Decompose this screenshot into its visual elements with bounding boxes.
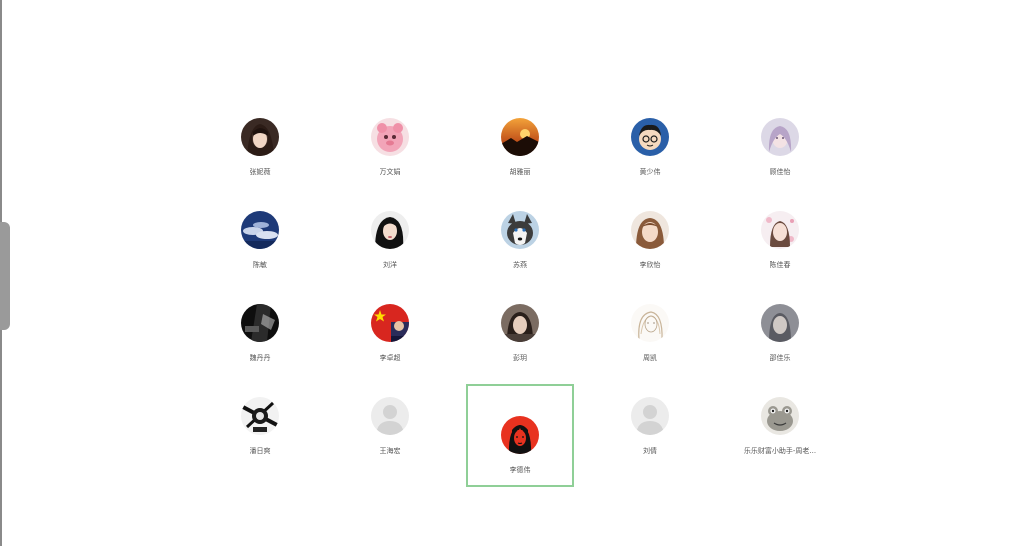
contact-item-selected[interactable]: 李德伟: [466, 384, 574, 487]
contact-item[interactable]: 周凯: [585, 296, 715, 389]
contact-name: 邵佳乐: [769, 354, 791, 362]
contact-name: 乐乐财富小助手-周老...: [743, 447, 817, 455]
avatar: [761, 304, 799, 342]
avatar: [371, 397, 409, 435]
contact-grid-window: 张妮薇 万文娟 胡雅丽 黄少伟 顾佳怡 陈敏 刘洋 苏燕 李欣怡 陈佳春 魏丹丹…: [0, 0, 1029, 546]
contact-item[interactable]: 魏丹丹: [195, 296, 325, 389]
avatar: [241, 304, 279, 342]
avatar: [501, 211, 539, 249]
contact-name: 李欣怡: [639, 261, 661, 269]
contact-item[interactable]: 王海宏: [325, 389, 455, 482]
contact-name: 刘洋: [383, 261, 397, 269]
contact-name: 周凯: [643, 354, 657, 362]
contact-name: 李卓超: [379, 354, 401, 362]
avatar: [241, 397, 279, 435]
avatar: [241, 118, 279, 156]
contact-item[interactable]: 苏燕: [455, 203, 585, 296]
avatar: [371, 304, 409, 342]
contact-item[interactable]: 张妮薇: [195, 110, 325, 203]
contact-grid: 张妮薇 万文娟 胡雅丽 黄少伟 顾佳怡 陈敏 刘洋 苏燕 李欣怡 陈佳春 魏丹丹…: [195, 110, 845, 487]
avatar: [631, 211, 669, 249]
avatar: [501, 304, 539, 342]
side-drag-handle[interactable]: [0, 222, 10, 330]
contact-name: 张妮薇: [249, 168, 271, 176]
contact-item[interactable]: 万文娟: [325, 110, 455, 203]
contact-item[interactable]: 邵佳乐: [715, 296, 845, 389]
avatar: [761, 397, 799, 435]
contact-item[interactable]: 顾佳怡: [715, 110, 845, 203]
contact-item[interactable]: 彭玥: [455, 296, 585, 389]
contact-name: 顾佳怡: [769, 168, 791, 176]
contact-name: 魏丹丹: [249, 354, 271, 362]
contact-item[interactable]: 刘倩: [585, 389, 715, 482]
contact-name: 黄少伟: [639, 168, 661, 176]
avatar: [761, 118, 799, 156]
avatar: [371, 211, 409, 249]
contact-name: 陈敏: [253, 261, 267, 269]
contact-name: 苏燕: [513, 261, 527, 269]
avatar: [631, 304, 669, 342]
avatar: [501, 118, 539, 156]
contact-item[interactable]: 乐乐财富小助手-周老...: [715, 389, 845, 482]
contact-item[interactable]: 李欣怡: [585, 203, 715, 296]
contact-name: 王海宏: [379, 447, 401, 455]
contact-item[interactable]: 陈敏: [195, 203, 325, 296]
contact-item[interactable]: 黄少伟: [585, 110, 715, 203]
contact-item[interactable]: 李卓超: [325, 296, 455, 389]
contact-item[interactable]: 胡雅丽: [455, 110, 585, 203]
contact-name: 胡雅丽: [509, 168, 531, 176]
avatar: [631, 397, 669, 435]
avatar: [631, 118, 669, 156]
contact-name: 李德伟: [509, 466, 531, 474]
avatar: [501, 416, 539, 454]
avatar: [761, 211, 799, 249]
contact-name: 陈佳春: [769, 261, 791, 269]
contact-item[interactable]: 刘洋: [325, 203, 455, 296]
contact-name: 彭玥: [513, 354, 527, 362]
contact-item[interactable]: 潘日爽: [195, 389, 325, 482]
contact-item[interactable]: 陈佳春: [715, 203, 845, 296]
avatar: [371, 118, 409, 156]
avatar: [241, 211, 279, 249]
contact-name: 万文娟: [379, 168, 401, 176]
contact-name: 刘倩: [643, 447, 657, 455]
contact-name: 潘日爽: [249, 447, 271, 455]
